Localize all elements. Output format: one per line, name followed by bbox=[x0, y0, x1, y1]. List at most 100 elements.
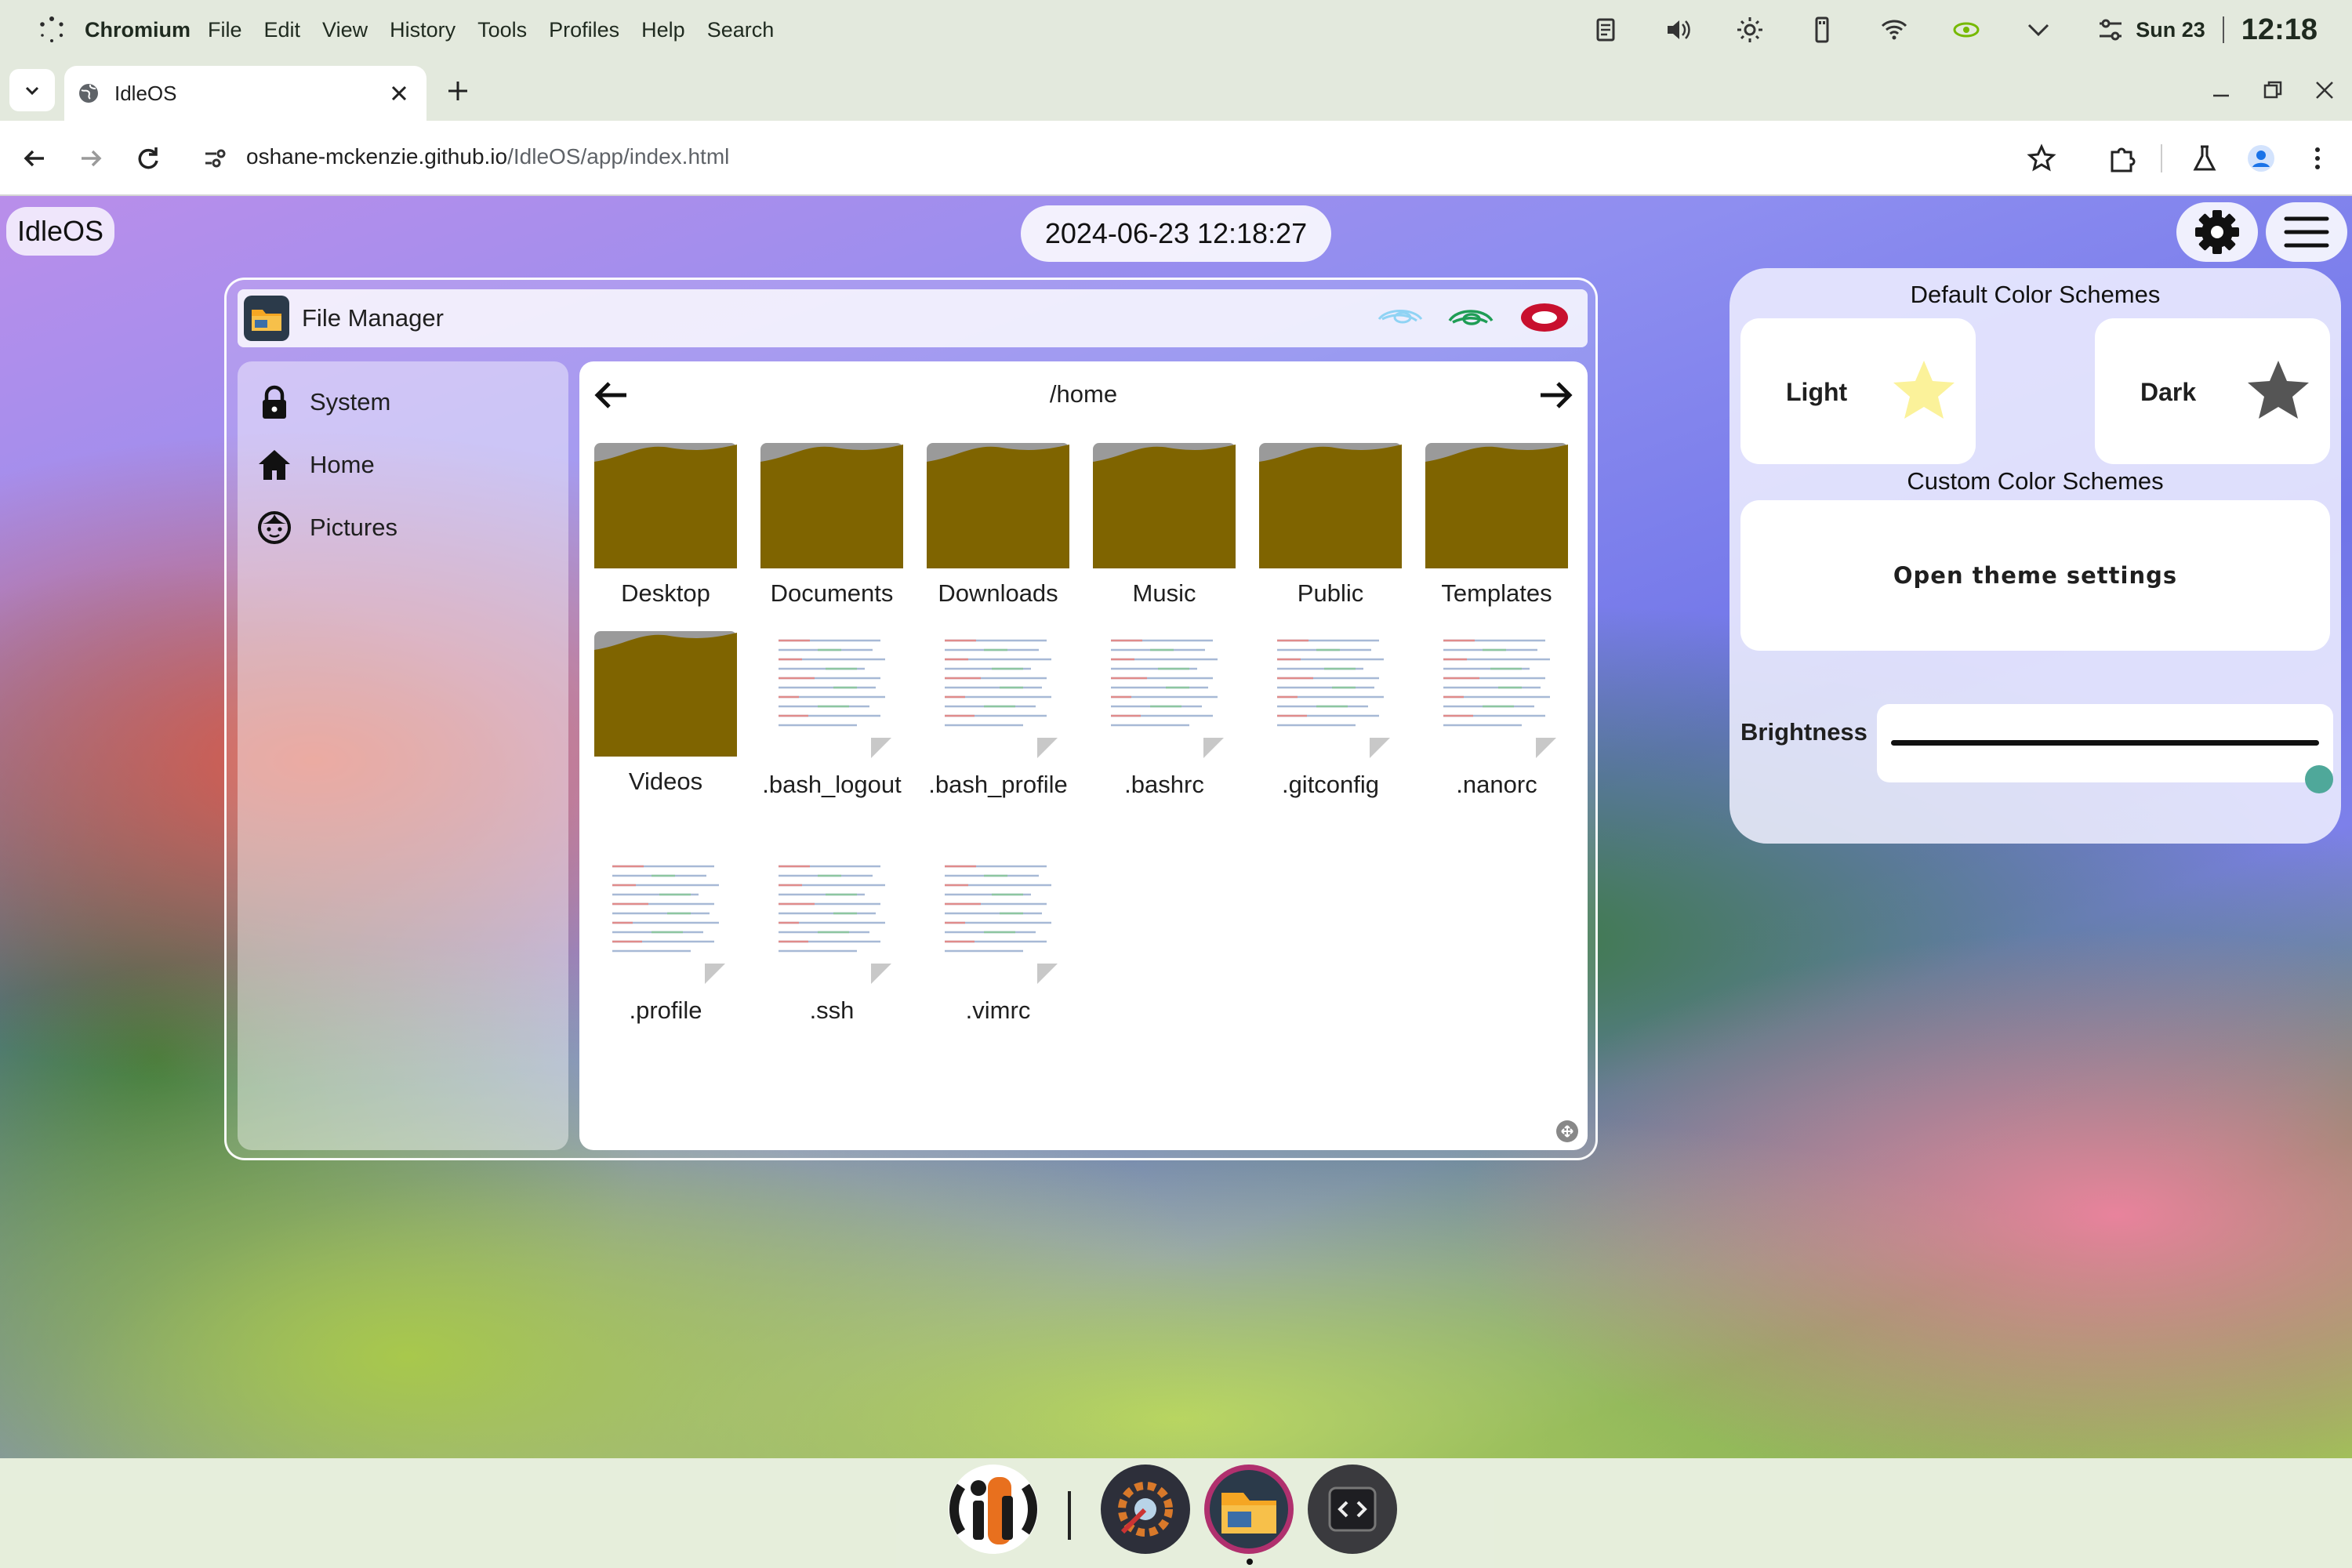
light-scheme-card[interactable]: Light bbox=[1740, 318, 1976, 464]
system-tray: Sun 23 12:18 bbox=[1592, 0, 2352, 60]
reload-icon[interactable] bbox=[132, 143, 163, 174]
text-file-icon bbox=[606, 854, 725, 984]
idleos-logo-icon[interactable] bbox=[947, 1463, 1040, 1555]
window-titlebar[interactable]: File Manager bbox=[238, 289, 1588, 347]
profile-avatar-icon[interactable] bbox=[2245, 143, 2277, 174]
site-info-icon[interactable] bbox=[201, 144, 229, 172]
menu-search[interactable]: Search bbox=[707, 18, 775, 42]
volume-icon[interactable] bbox=[1664, 16, 1692, 44]
brightness-slider[interactable] bbox=[1877, 704, 2333, 793]
menu-edit[interactable]: Edit bbox=[264, 18, 301, 42]
sidebar-item-home[interactable]: Home bbox=[238, 434, 568, 496]
minimize-eye-icon[interactable] bbox=[1374, 302, 1426, 333]
file-item[interactable]: .ssh bbox=[749, 852, 915, 1029]
brightness-icon[interactable] bbox=[1736, 16, 1764, 44]
item-label: Desktop bbox=[621, 579, 710, 607]
chevron-down-icon bbox=[25, 86, 39, 96]
folder-item[interactable]: Music bbox=[1081, 438, 1247, 612]
browser-tab-strip: IdleOS bbox=[0, 60, 2352, 121]
slider-thumb[interactable] bbox=[2305, 765, 2333, 793]
menu-profiles[interactable]: Profiles bbox=[549, 18, 619, 42]
item-label: .bashrc bbox=[1124, 771, 1204, 798]
launcher-icon[interactable] bbox=[36, 14, 67, 45]
labs-flask-icon[interactable] bbox=[2189, 143, 2220, 174]
hamburger-menu-button[interactable] bbox=[2266, 202, 2347, 262]
extensions-icon[interactable] bbox=[2106, 143, 2137, 174]
file-manager-window: File Manager System Home Pictures /home bbox=[224, 278, 1598, 1160]
folder-item[interactable]: Templates bbox=[1414, 438, 1580, 612]
nvidia-icon[interactable] bbox=[1952, 16, 1980, 44]
browser-tab-active[interactable]: IdleOS bbox=[64, 66, 426, 121]
menu-file[interactable]: File bbox=[208, 18, 242, 42]
restore-window-icon[interactable] bbox=[2261, 78, 2285, 102]
arrow-right-icon[interactable] bbox=[1534, 374, 1577, 416]
text-file-icon bbox=[772, 854, 891, 984]
chevron-down-icon[interactable] bbox=[2024, 16, 2053, 44]
browser-menu-icon[interactable] bbox=[2302, 143, 2333, 174]
browser-toolbar: oshane-mckenzie.github.io/IdleOS/app/ind… bbox=[0, 121, 2352, 196]
idleos-brand[interactable]: IdleOS bbox=[6, 207, 115, 256]
lock-icon bbox=[263, 385, 286, 419]
usb-drive-icon[interactable] bbox=[1808, 16, 1836, 44]
tray-divider bbox=[2222, 16, 2224, 43]
file-manager-app-icon[interactable] bbox=[1203, 1463, 1295, 1555]
item-label: Templates bbox=[1441, 579, 1552, 607]
bookmark-star-icon[interactable] bbox=[2026, 143, 2057, 174]
item-label: Downloads bbox=[938, 579, 1058, 607]
dark-scheme-card[interactable]: Dark bbox=[2095, 318, 2330, 464]
menu-tools[interactable]: Tools bbox=[477, 18, 527, 42]
menu-help[interactable]: Help bbox=[641, 18, 685, 42]
tray-date[interactable]: Sun 23 bbox=[2136, 18, 2205, 42]
text-file-icon bbox=[938, 628, 1058, 758]
tab-search-button[interactable] bbox=[9, 69, 55, 111]
open-theme-settings-button[interactable]: Open theme settings bbox=[1740, 500, 2330, 651]
close-tab-icon[interactable] bbox=[389, 83, 409, 103]
wifi-icon[interactable] bbox=[1880, 16, 1908, 44]
settings-button[interactable] bbox=[2176, 202, 2258, 262]
quick-settings-icon[interactable] bbox=[2096, 16, 2125, 44]
slider-track[interactable] bbox=[1891, 740, 2333, 793]
url-field[interactable]: oshane-mckenzie.github.io/IdleOS/app/ind… bbox=[246, 144, 729, 169]
file-item[interactable]: .bashrc bbox=[1081, 626, 1247, 804]
folder-item[interactable]: Desktop bbox=[583, 438, 749, 612]
clipboard-icon[interactable] bbox=[1592, 16, 1620, 44]
close-window-button-icon[interactable] bbox=[1519, 302, 1570, 333]
current-path: /home bbox=[1049, 380, 1118, 408]
file-item[interactable]: .bash_logout bbox=[749, 626, 915, 804]
back-icon[interactable] bbox=[19, 143, 50, 174]
desktop-clock: 2024-06-23 12:18:27 bbox=[1021, 205, 1331, 262]
folder-item[interactable]: Downloads bbox=[915, 438, 1081, 612]
file-item[interactable]: .profile bbox=[583, 852, 749, 1029]
new-tab-icon[interactable] bbox=[444, 77, 472, 105]
item-label: .profile bbox=[629, 996, 702, 1024]
active-app-name[interactable]: Chromium bbox=[85, 18, 191, 42]
resize-handle-icon[interactable] bbox=[1555, 1119, 1580, 1144]
code-editor-app-icon[interactable] bbox=[1306, 1463, 1399, 1555]
close-window-icon[interactable] bbox=[2313, 78, 2336, 102]
forward-icon[interactable] bbox=[75, 143, 107, 174]
folder-item[interactable]: Documents bbox=[749, 438, 915, 612]
sidebar-item-system[interactable]: System bbox=[238, 371, 568, 434]
file-item[interactable]: .gitconfig bbox=[1247, 626, 1414, 804]
default-schemes-heading: Default Color Schemes bbox=[1910, 281, 2161, 308]
sidebar-item-label: Pictures bbox=[310, 514, 397, 541]
tray-time[interactable]: 12:18 bbox=[2241, 13, 2318, 47]
system-top-bar: Chromium File Edit View History Tools Pr… bbox=[0, 0, 2352, 60]
menu-history[interactable]: History bbox=[390, 18, 456, 42]
file-item[interactable]: .nanorc bbox=[1414, 626, 1580, 804]
maximize-eye-icon[interactable] bbox=[1445, 302, 1497, 333]
folder-icon bbox=[594, 443, 737, 568]
menu-view[interactable]: View bbox=[322, 18, 368, 42]
item-label: .bash_profile bbox=[928, 771, 1068, 798]
folder-item[interactable]: Public bbox=[1247, 438, 1414, 612]
custom-schemes-heading: Custom Color Schemes bbox=[1907, 467, 2164, 495]
folder-item[interactable]: Videos bbox=[583, 626, 749, 800]
settings-app-icon[interactable] bbox=[1099, 1463, 1192, 1555]
dock bbox=[0, 1458, 2352, 1568]
file-item[interactable]: .vimrc bbox=[915, 852, 1081, 1029]
star-light-icon bbox=[1893, 361, 1955, 419]
text-file-icon bbox=[1271, 628, 1390, 758]
file-item[interactable]: .bash_profile bbox=[915, 626, 1081, 804]
sidebar-item-pictures[interactable]: Pictures bbox=[238, 496, 568, 559]
minimize-window-icon[interactable] bbox=[2209, 78, 2233, 102]
